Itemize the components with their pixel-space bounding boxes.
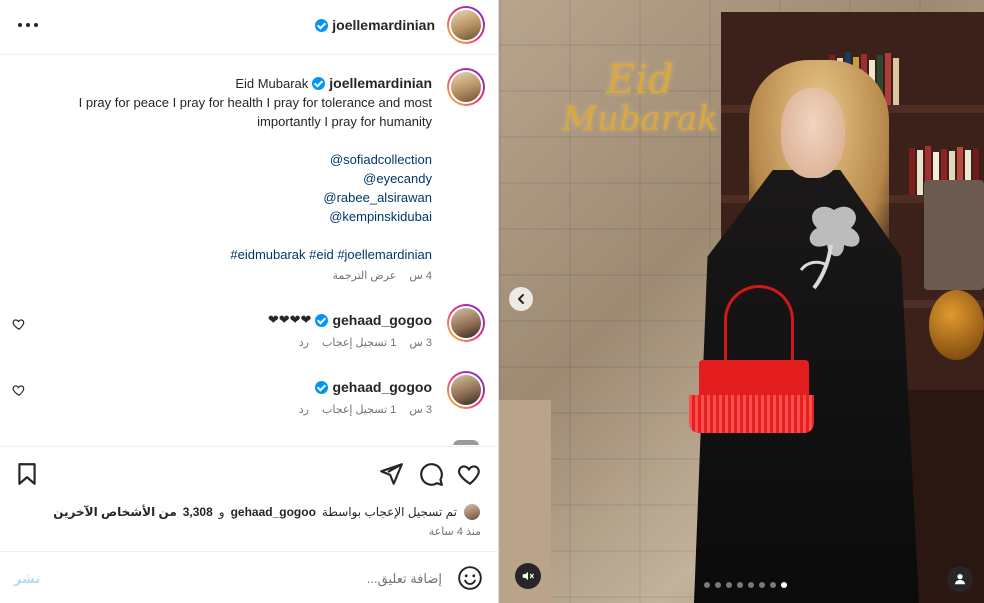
comment-item: ❤❤❤❤ gehaad_gogoo 3 س 1 تسجيل إعجاب رد bbox=[12, 312, 432, 349]
post-caption: Eid Mubarak joellemardinian I pray for p… bbox=[12, 74, 432, 286]
comments-scroll-area[interactable]: Eid Mubarak joellemardinian I pray for p… bbox=[0, 56, 499, 445]
post-actions: تم تسجيل الإعجاب بواسطة gehaad_gogoo و 3… bbox=[0, 446, 499, 551]
likes-summary: تم تسجيل الإعجاب بواسطة gehaad_gogoo و 3… bbox=[53, 503, 481, 521]
mention-link[interactable]: @kempinskidubai bbox=[12, 207, 432, 226]
likes-prefix: تم تسجيل الإعجاب بواسطة bbox=[321, 505, 457, 519]
hashtags[interactable]: #eidmubarak #eid #joellemardinian bbox=[12, 245, 432, 264]
carousel-dot bbox=[770, 582, 776, 588]
comment-likes[interactable]: 1 تسجيل إعجاب bbox=[322, 404, 396, 416]
heart-icon[interactable] bbox=[12, 317, 26, 331]
save-icon[interactable] bbox=[14, 461, 40, 487]
comment-time[interactable]: 3 س bbox=[409, 404, 432, 416]
verified-icon bbox=[312, 77, 326, 90]
emoji-icon[interactable] bbox=[457, 565, 483, 591]
comment-item: gehaad_gogoo 3 س 1 تسجيل إعجاب رد bbox=[12, 379, 432, 416]
liker-avatar[interactable] bbox=[463, 503, 481, 521]
overlay-title-2: Mubarak bbox=[562, 99, 718, 139]
comment-icon[interactable] bbox=[418, 461, 444, 487]
mention-link[interactable]: @eyecandy bbox=[12, 169, 432, 188]
post-header: joellemardinian bbox=[0, 0, 499, 55]
comment-input[interactable] bbox=[70, 566, 442, 590]
see-translation-link[interactable]: عرض الترجمة bbox=[332, 270, 396, 282]
post-media[interactable]: Eid Mubarak bbox=[499, 0, 984, 603]
person-face bbox=[781, 88, 845, 178]
carousel-dot bbox=[715, 582, 721, 588]
chevron-left-icon bbox=[518, 294, 524, 304]
previous-slide-button[interactable] bbox=[509, 287, 533, 311]
verified-icon bbox=[315, 380, 329, 394]
tagged-users-button[interactable] bbox=[947, 566, 973, 592]
comment-text: ❤❤❤❤ bbox=[267, 312, 312, 327]
header-avatar[interactable] bbox=[447, 6, 485, 44]
caption-avatar[interactable] bbox=[447, 68, 485, 106]
carousel-dot bbox=[748, 582, 754, 588]
comment-avatar[interactable] bbox=[447, 304, 485, 342]
add-comment-bar: نشر bbox=[0, 551, 499, 603]
lamp-shade bbox=[924, 180, 984, 290]
post-time[interactable]: منذ 4 ساعة bbox=[429, 525, 481, 538]
caption-username[interactable]: joellemardinian bbox=[329, 74, 432, 93]
likes-suffix[interactable]: من الأشخاص الآخرين bbox=[53, 505, 177, 519]
comment-time[interactable]: 3 س bbox=[409, 337, 432, 349]
mention-link[interactable]: @sofiadcollection bbox=[12, 150, 432, 169]
mute-button[interactable] bbox=[515, 563, 541, 589]
post-dialog: joellemardinian Eid Mubarak joellemardin… bbox=[0, 0, 984, 603]
more-icon bbox=[18, 23, 22, 27]
post-button[interactable]: نشر bbox=[14, 571, 40, 587]
likes-count[interactable]: 3,308 bbox=[183, 505, 213, 519]
share-icon[interactable] bbox=[378, 461, 404, 487]
carousel-dot bbox=[781, 582, 787, 588]
liker-username[interactable]: gehaad_gogoo bbox=[231, 505, 316, 519]
caption-meta: 4 س عرض الترجمة bbox=[12, 267, 432, 286]
overlay-title-1: Eid bbox=[606, 57, 674, 103]
comment-meta: 3 س 1 تسجيل إعجاب رد bbox=[12, 336, 432, 349]
caption-title: Eid Mubarak bbox=[235, 76, 309, 91]
comments-panel: joellemardinian Eid Mubarak joellemardin… bbox=[0, 0, 499, 603]
comment-avatar[interactable] bbox=[447, 371, 485, 409]
red-handbag bbox=[699, 360, 809, 398]
comment-username[interactable]: gehaad_gogoo bbox=[332, 312, 432, 328]
header-username[interactable]: joellemardinian bbox=[332, 17, 435, 33]
header-user[interactable]: joellemardinian bbox=[315, 17, 435, 33]
comment-meta: 3 س 1 تسجيل إعجاب رد bbox=[12, 403, 432, 416]
eid-mubarak-overlay: Eid Mubarak bbox=[555, 60, 725, 136]
caption-line-1: I pray for peace I pray for health I pra… bbox=[78, 95, 432, 110]
comment-username[interactable]: gehaad_gogoo bbox=[332, 379, 432, 395]
carousel-dot bbox=[726, 582, 732, 588]
carousel-dot bbox=[759, 582, 765, 588]
user-tag-icon bbox=[955, 574, 965, 585]
carousel-dot bbox=[737, 582, 743, 588]
comment-avatar[interactable] bbox=[453, 440, 479, 445]
carousel-dot bbox=[704, 582, 710, 588]
caption-line-2: importantly I pray for humanity bbox=[257, 114, 432, 129]
lamp-base bbox=[929, 290, 984, 360]
comment-likes[interactable]: 1 تسجيل إعجاب bbox=[322, 337, 396, 349]
more-options-button[interactable] bbox=[15, 15, 41, 35]
verified-icon bbox=[315, 18, 329, 32]
mute-icon bbox=[522, 571, 534, 581]
mention-link[interactable]: @rabee_alsirawan bbox=[12, 188, 432, 207]
caption-time[interactable]: 4 س bbox=[409, 270, 432, 282]
reply-button[interactable]: رد bbox=[299, 337, 309, 349]
reply-button[interactable]: رد bbox=[299, 404, 309, 416]
carousel-indicator bbox=[704, 582, 787, 588]
heart-icon[interactable] bbox=[12, 383, 26, 397]
verified-icon bbox=[315, 313, 329, 327]
heart-icon[interactable] bbox=[457, 461, 483, 487]
bag-strap bbox=[724, 285, 794, 370]
embroidered-flower bbox=[799, 206, 860, 290]
bag-fringe bbox=[689, 395, 814, 433]
likes-middle: و bbox=[218, 505, 225, 519]
